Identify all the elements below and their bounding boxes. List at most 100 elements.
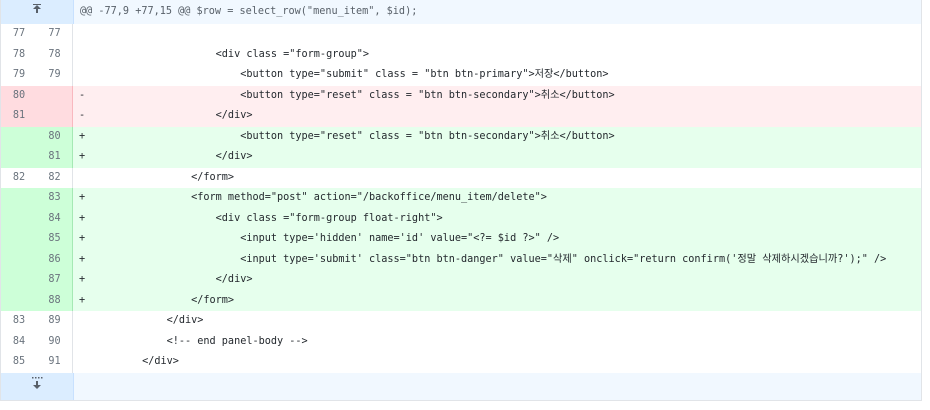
new-line-number[interactable]: 91 (37, 352, 73, 373)
diff-line: 81 + </div> (1, 147, 921, 168)
new-line-number[interactable]: 85 (37, 229, 73, 250)
diff-sign: + (79, 294, 86, 306)
code-text: <input type='submit' class="btn btn-dang… (93, 253, 887, 265)
code-text: <button type="submit" class = "btn btn-p… (93, 69, 609, 80)
old-line-number[interactable]: 84 (1, 331, 37, 352)
new-line-number[interactable]: 84 (37, 208, 73, 229)
code-text: <!-- end panel-body --> (93, 335, 308, 347)
old-line-number[interactable] (1, 290, 37, 311)
new-line-number[interactable] (37, 85, 73, 106)
diff-line: 83 + <form method="post" action="/backoff… (1, 188, 921, 209)
code-text: </div> (93, 110, 253, 121)
old-line-number[interactable]: 78 (1, 44, 37, 65)
old-line-number[interactable] (1, 126, 37, 147)
old-line-number[interactable]: 80 (1, 85, 37, 106)
code-text: </div> (93, 274, 253, 285)
old-line-number[interactable]: 81 (1, 106, 37, 127)
code-line: + </form> (73, 290, 921, 311)
diff-line: 86 + <input type='submit' class="btn btn-… (1, 249, 921, 270)
new-line-number[interactable]: 80 (37, 126, 73, 147)
diff-line: 87 + </div> (1, 270, 921, 291)
code-text: <button type="reset" class = "btn btn-se… (93, 130, 615, 142)
expand-down-icon (31, 373, 43, 400)
new-line-number[interactable]: 86 (37, 249, 73, 270)
diff-line: 84 90 <!-- end panel-body --> (1, 331, 921, 353)
old-line-number[interactable]: 85 (1, 352, 37, 373)
diff-view: @@ -77,9 +77,15 @@ $row = select_row("me… (0, 0, 922, 401)
new-line-number[interactable]: 87 (37, 270, 73, 291)
code-line: + </div> (73, 270, 921, 291)
code-text: <div class ="form-group"> (93, 48, 370, 60)
code-line: <button type="submit" class = "btn btn-p… (73, 65, 921, 86)
diff-sign: + (79, 130, 86, 142)
old-line-number[interactable] (1, 270, 37, 291)
new-line-number[interactable]: 78 (37, 44, 73, 65)
expand-up-button[interactable] (1, 0, 74, 24)
code-text: </form> (93, 171, 235, 183)
code-line: + <button type="reset" class = "btn btn-… (73, 126, 921, 147)
code-text: </div> (93, 356, 179, 367)
code-line: <div class ="form-group"> (73, 45, 921, 66)
old-line-number[interactable] (1, 208, 37, 229)
diff-line: 88 + </form> (1, 290, 921, 311)
old-line-number[interactable] (1, 147, 37, 168)
new-line-number[interactable]: 90 (37, 331, 73, 352)
code-text: <form method="post" action="/backoffice/… (93, 192, 547, 203)
diff-line: 77 77 (1, 24, 921, 45)
diff-line: 82 82 </form> (1, 167, 921, 189)
code-text: </div> (93, 315, 204, 326)
diff-line: 80 + <button type="reset" class = "btn bt… (1, 126, 921, 147)
diff-line: 79 79 <button type="submit" class = "btn … (1, 65, 921, 86)
diff-lines: 77 77 78 78 <div class ="form-group"> 79 79 <… (1, 24, 921, 373)
new-line-number[interactable]: 77 (37, 24, 73, 45)
new-line-number[interactable]: 79 (37, 65, 73, 86)
old-line-number[interactable] (1, 249, 37, 270)
expand-down-button[interactable] (1, 372, 74, 400)
hunk-header-row: @@ -77,9 +77,15 @@ $row = select_row("me… (1, 0, 921, 24)
new-line-number[interactable]: 81 (37, 147, 73, 168)
diff-line: 83 89 </div> (1, 311, 921, 332)
hunk-footer-row (1, 372, 921, 400)
new-line-number[interactable]: 83 (37, 188, 73, 209)
code-line: - <button type="reset" class = "btn btn-… (73, 85, 921, 106)
code-line: </form> (73, 168, 921, 189)
old-line-number[interactable]: 82 (1, 167, 37, 188)
diff-sign: - (79, 89, 86, 101)
code-line: + </div> (73, 147, 921, 168)
diff-sign: + (79, 274, 86, 285)
old-line-number[interactable]: 79 (1, 65, 37, 86)
diff-line: 85 + <input type='hidden' name='id' value… (1, 229, 921, 250)
new-line-number[interactable] (37, 106, 73, 127)
hunk-footer (74, 372, 921, 400)
new-line-number[interactable]: 82 (37, 167, 73, 188)
code-line: - </div> (73, 106, 921, 127)
code-text: </div> (93, 151, 253, 162)
diff-sign: + (79, 233, 86, 244)
code-text: <div class ="form-group float-right"> (93, 212, 443, 224)
code-line: </div> (73, 352, 921, 373)
old-line-number[interactable] (1, 188, 37, 209)
code-text: </form> (93, 294, 235, 306)
new-line-number[interactable]: 89 (37, 311, 73, 332)
diff-sign: - (79, 110, 86, 121)
diff-line: 78 78 <div class ="form-group"> (1, 44, 921, 66)
expand-up-icon (31, 0, 43, 24)
diff-line: 84 + <div class ="form-group float-right"… (1, 208, 921, 229)
code-line: </div> (73, 311, 921, 332)
old-line-number[interactable] (1, 229, 37, 250)
old-line-number[interactable]: 83 (1, 311, 37, 332)
old-line-number[interactable]: 77 (1, 24, 37, 45)
code-line: <!-- end panel-body --> (73, 332, 921, 353)
code-text: <button type="reset" class = "btn btn-se… (93, 89, 615, 101)
code-line: + <input type='hidden' name='id' value="… (73, 229, 921, 250)
diff-line: 81 - </div> (1, 106, 921, 127)
hunk-header: @@ -77,9 +77,15 @@ $row = select_row("me… (74, 0, 921, 24)
code-text: <input type='hidden' name='id' value="<?… (93, 233, 560, 244)
diff-sign: + (79, 212, 86, 224)
diff-sign: + (79, 253, 86, 265)
diff-line: 80 - <button type="reset" class = "btn bt… (1, 85, 921, 106)
code-line: + <form method="post" action="/backoffic… (73, 188, 921, 209)
new-line-number[interactable]: 88 (37, 290, 73, 311)
diff-line: 85 91 </div> (1, 352, 921, 373)
